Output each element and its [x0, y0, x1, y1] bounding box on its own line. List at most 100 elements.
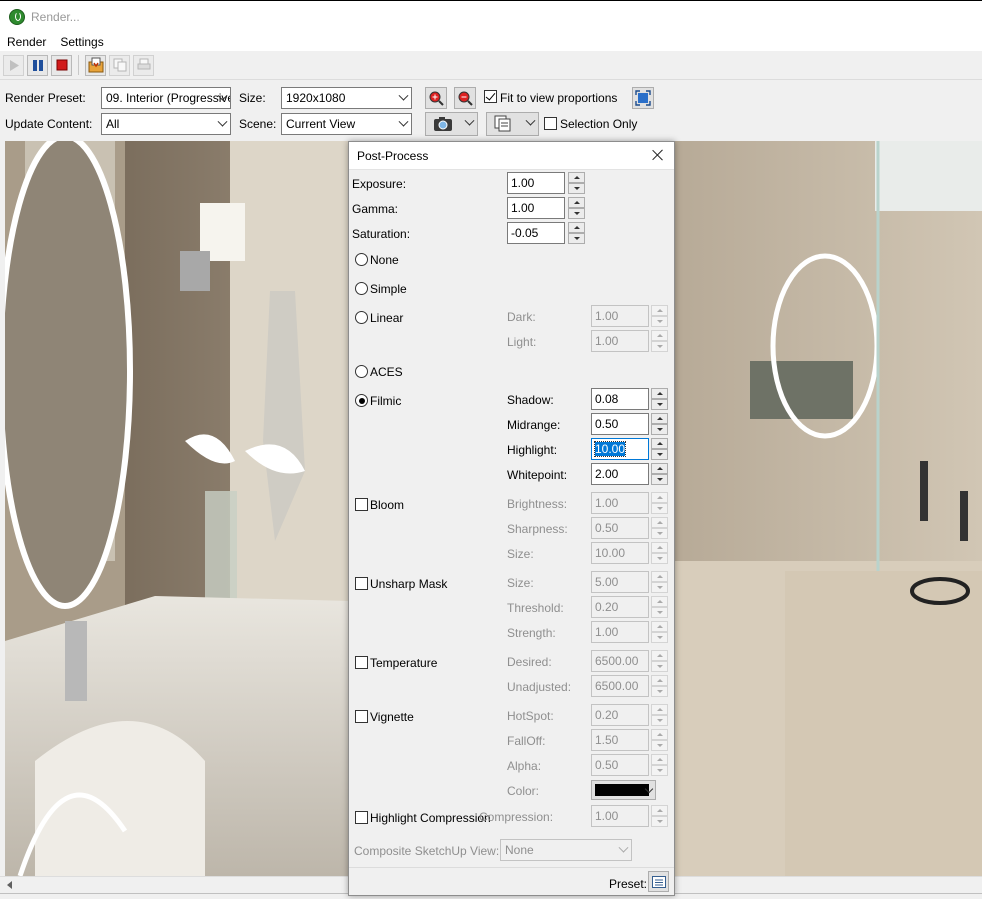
vignette-color-picker[interactable] — [591, 780, 656, 800]
exposure-label: Exposure: — [352, 177, 407, 191]
exposure-spinner[interactable] — [568, 172, 585, 194]
temperature-desired-input[interactable]: 6500.00 — [591, 650, 649, 672]
linear-dark-input[interactable]: 1.00 — [591, 305, 649, 327]
scroll-left-icon — [7, 881, 12, 889]
fit-to-screen-button[interactable] — [632, 87, 654, 109]
temperature-unadjusted-input[interactable]: 6500.00 — [591, 675, 649, 697]
pause-button[interactable] — [27, 54, 48, 76]
render-preset-select[interactable]: 09. Interior (Progressive) — [101, 87, 231, 109]
tonemap-linear-radio[interactable] — [355, 311, 368, 324]
temperature-unadjusted-spinner[interactable] — [651, 675, 668, 697]
highlight-compression-checkbox[interactable] — [355, 811, 368, 824]
bloom-sharpness-input[interactable]: 0.50 — [591, 517, 649, 539]
chevron-down-icon — [464, 115, 475, 126]
stop-button[interactable] — [51, 54, 72, 76]
play-button[interactable] — [3, 54, 24, 76]
saturation-input[interactable]: -0.05 — [507, 222, 565, 244]
selection-only-checkbox[interactable] — [544, 117, 557, 130]
scene-select[interactable]: Current View — [281, 113, 412, 135]
render-preset-value: 09. Interior (Progressive) — [106, 91, 231, 105]
channels-dropdown-button[interactable] — [486, 112, 539, 136]
camera-dropdown-button[interactable] — [425, 112, 478, 136]
filmic-highlight-spinner[interactable] — [651, 438, 668, 460]
vignette-hotspot-spinner[interactable] — [651, 704, 668, 726]
menu-bar: Render Settings — [0, 33, 982, 51]
temperature-checkbox[interactable] — [355, 656, 368, 669]
filmic-shadow-input[interactable]: 0.08 — [591, 388, 649, 410]
bloom-size-input[interactable]: 10.00 — [591, 542, 649, 564]
preset-button[interactable] — [648, 871, 669, 892]
linear-light-input[interactable]: 1.00 — [591, 330, 649, 352]
zoom-in-icon — [429, 91, 444, 106]
linear-dark-spinner[interactable] — [651, 305, 668, 327]
fit-view-checkbox[interactable] — [484, 90, 497, 103]
save-image-button[interactable] — [85, 54, 106, 76]
temperature-unadjusted-label: Unadjusted: — [507, 680, 572, 694]
tonemap-filmic-radio[interactable] — [355, 394, 368, 407]
copy-icon — [113, 58, 126, 72]
chevron-down-icon — [525, 115, 536, 126]
print-button[interactable] — [133, 54, 154, 76]
size-label: Size: — [239, 91, 266, 105]
compression-input[interactable]: 1.00 — [591, 805, 649, 827]
vignette-alpha-spinner[interactable] — [651, 754, 668, 776]
toolbar — [0, 51, 982, 80]
color-swatch — [595, 784, 649, 796]
vignette-hotspot-input[interactable]: 0.20 — [591, 704, 649, 726]
zoom-out-button[interactable] — [454, 87, 476, 109]
tonemap-none-radio[interactable] — [355, 253, 368, 266]
zoom-in-button[interactable] — [425, 87, 447, 109]
unsharp-strength-spinner[interactable] — [651, 621, 668, 643]
title-bar: Render... — [0, 0, 982, 33]
bloom-brightness-input[interactable]: 1.00 — [591, 492, 649, 514]
gamma-label: Gamma: — [352, 202, 399, 216]
bloom-size-spinner[interactable] — [651, 542, 668, 564]
tonemap-aces-radio[interactable] — [355, 365, 368, 378]
bloom-sharpness-label: Sharpness: — [507, 522, 568, 536]
temperature-desired-spinner[interactable] — [651, 650, 668, 672]
menu-settings[interactable]: Settings — [53, 33, 110, 51]
settings-row-2: Update Content: All Scene: Current View … — [0, 111, 982, 136]
unsharp-strength-input[interactable]: 1.00 — [591, 621, 649, 643]
gamma-spinner[interactable] — [568, 197, 585, 219]
tonemap-simple-radio[interactable] — [355, 282, 368, 295]
linear-light-label: Light: — [507, 335, 537, 349]
update-content-select[interactable]: All — [101, 113, 231, 135]
unsharp-checkbox[interactable] — [355, 577, 368, 590]
menu-render[interactable]: Render — [0, 33, 53, 51]
filmic-highlight-input[interactable]: 10.00 — [591, 438, 649, 460]
vignette-falloff-input[interactable]: 1.50 — [591, 729, 649, 751]
close-icon[interactable] — [650, 147, 666, 163]
filmic-whitepoint-spinner[interactable] — [651, 463, 668, 485]
bloom-sharpness-spinner[interactable] — [651, 517, 668, 539]
bloom-checkbox[interactable] — [355, 498, 368, 511]
gamma-input[interactable]: 1.00 — [507, 197, 565, 219]
compression-spinner[interactable] — [651, 805, 668, 827]
filmic-midrange-input[interactable]: 0.50 — [591, 413, 649, 435]
unsharp-threshold-spinner[interactable] — [651, 596, 668, 618]
composite-select[interactable]: None — [500, 839, 632, 861]
exposure-input[interactable]: 1.00 — [507, 172, 565, 194]
toolbar-divider — [78, 55, 79, 75]
compression-label: Compression: — [479, 810, 554, 824]
saturation-label: Saturation: — [352, 227, 411, 241]
copy-button[interactable] — [109, 54, 130, 76]
size-select[interactable]: 1920x1080 — [281, 87, 412, 109]
unsharp-size-input[interactable]: 5.00 — [591, 571, 649, 593]
unsharp-size-spinner[interactable] — [651, 571, 668, 593]
linear-light-spinner[interactable] — [651, 330, 668, 352]
filmic-midrange-spinner[interactable] — [651, 413, 668, 435]
chevron-down-icon — [217, 116, 228, 127]
filmic-shadow-spinner[interactable] — [651, 388, 668, 410]
filmic-whitepoint-input[interactable]: 2.00 — [591, 463, 649, 485]
vignette-falloff-spinner[interactable] — [651, 729, 668, 751]
vignette-alpha-input[interactable]: 0.50 — [591, 754, 649, 776]
bloom-brightness-spinner[interactable] — [651, 492, 668, 514]
vignette-checkbox[interactable] — [355, 710, 368, 723]
unsharp-strength-label: Strength: — [507, 626, 556, 640]
vignette-falloff-label: FallOff: — [507, 734, 546, 748]
filmic-highlight-value: 10.00 — [593, 441, 627, 457]
bloom-size-label: Size: — [507, 547, 534, 561]
saturation-spinner[interactable] — [568, 222, 585, 244]
unsharp-threshold-input[interactable]: 0.20 — [591, 596, 649, 618]
